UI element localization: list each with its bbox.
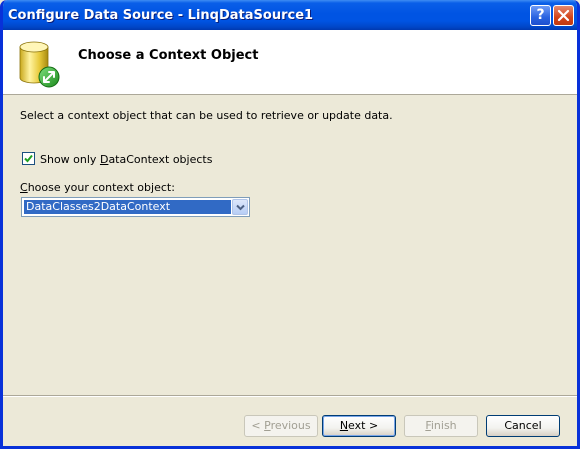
checkmark-icon (24, 154, 33, 163)
dropdown-arrow-button[interactable] (232, 199, 248, 215)
database-icon (19, 41, 60, 88)
context-object-selected-value: DataClasses2DataContext (24, 200, 231, 214)
page-title: Choose a Context Object (78, 48, 259, 63)
configure-data-source-dialog: Configure Data Source - LinqDataSource1 … (0, 0, 580, 449)
window-title: Configure Data Source - LinqDataSource1 (8, 8, 314, 23)
context-object-label: Choose your context object: (20, 181, 175, 194)
close-icon (557, 9, 570, 22)
finish-button[interactable]: Finish (404, 415, 478, 437)
context-object-dropdown[interactable]: DataClasses2DataContext (21, 197, 250, 217)
close-button[interactable] (553, 5, 574, 26)
title-bar[interactable]: Configure Data Source - LinqDataSource1 … (3, 0, 577, 30)
footer-divider (3, 395, 577, 397)
previous-button[interactable]: < Previous (244, 415, 318, 437)
show-only-datacontext-checkbox[interactable] (22, 152, 35, 165)
chevron-down-icon (236, 204, 245, 211)
wizard-header: Choose a Context Object (3, 30, 577, 95)
cancel-button[interactable]: Cancel (486, 415, 560, 437)
help-button[interactable]: ? (530, 5, 551, 26)
show-only-datacontext-label[interactable]: Show only DataContext objects (40, 153, 212, 166)
description-text: Select a context object that can be used… (20, 109, 393, 122)
next-button[interactable]: Next > (322, 415, 396, 437)
